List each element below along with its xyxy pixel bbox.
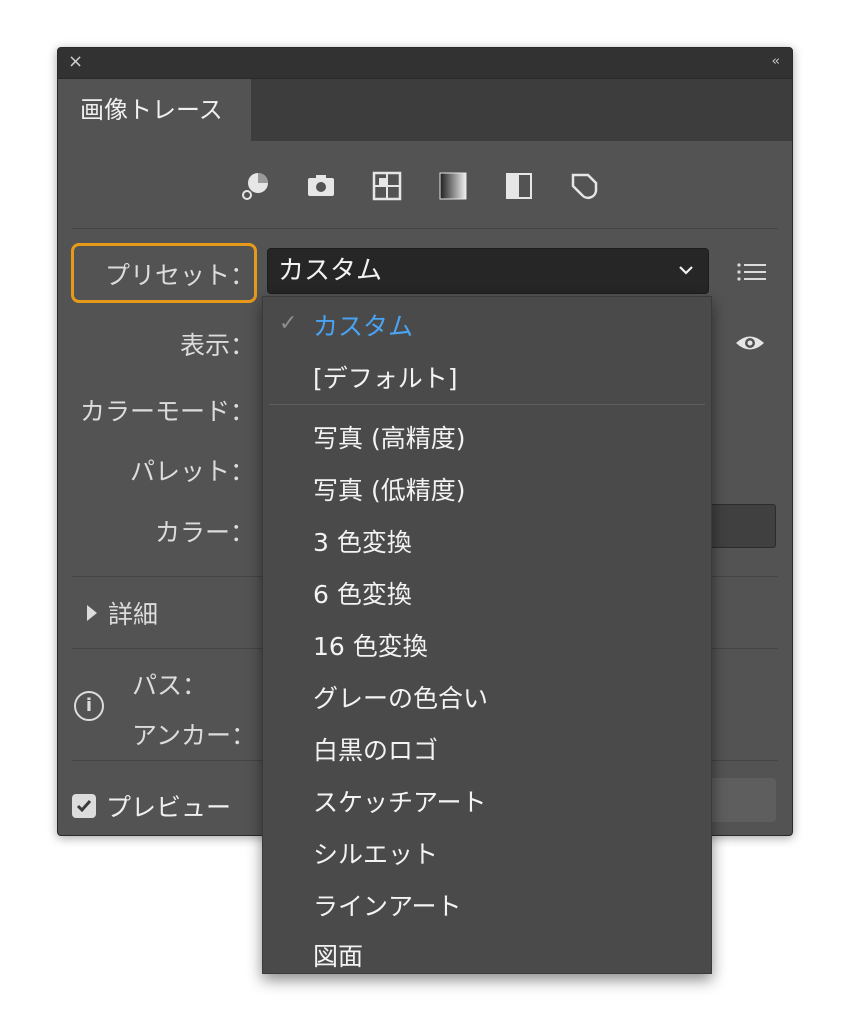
- colors-label: カラー：: [154, 518, 255, 547]
- menu-separator: [269, 404, 705, 405]
- info-icon: i: [74, 691, 104, 721]
- preview-checkbox[interactable]: [72, 794, 96, 818]
- outline-icon[interactable]: [568, 169, 602, 203]
- black-white-icon[interactable]: [502, 169, 536, 203]
- menu-item-bw-logo[interactable]: 白黒のロゴ: [313, 731, 438, 767]
- advanced-label: 詳細: [108, 600, 159, 629]
- advanced-toggle[interactable]: 詳細: [86, 595, 158, 631]
- preset-label: プリセット：: [104, 261, 255, 290]
- menu-item-photo-low[interactable]: 写真 (低精度): [313, 471, 465, 507]
- high-color-photo-icon[interactable]: [304, 169, 338, 203]
- grayscale-icon[interactable]: [436, 169, 470, 203]
- menu-item-technical-drawing[interactable]: 図面: [313, 937, 363, 973]
- menu-item-sketched-art[interactable]: スケッチアート: [313, 783, 487, 819]
- palette-label: パレット：: [129, 457, 255, 486]
- divider: [72, 228, 778, 229]
- menu-item-shades-of-gray[interactable]: グレーの色合い: [313, 679, 488, 715]
- eye-icon[interactable]: [734, 332, 766, 358]
- menu-item-16-colors[interactable]: 16 色変換: [313, 627, 428, 663]
- preset-select-value: カスタム: [278, 256, 383, 286]
- paths-label: パス：: [132, 671, 208, 700]
- chevron-down-icon: [678, 262, 694, 282]
- tab-strip: 画像トレース: [58, 79, 792, 141]
- menu-item-line-art[interactable]: ラインアート: [313, 887, 462, 923]
- preview-checkbox-row[interactable]: プレビュー: [72, 788, 231, 824]
- view-label: 表示：: [179, 331, 255, 360]
- checkmark-icon: ✓: [279, 311, 298, 336]
- menu-item-custom[interactable]: カスタム: [313, 307, 413, 343]
- color-mode-label: カラーモード：: [79, 397, 255, 426]
- disclosure-triangle-icon: [87, 605, 97, 621]
- preset-dropdown-menu: ✓ カスタム [デフォルト] 写真 (高精度) 写真 (低精度) 3 色変換 6…: [262, 296, 712, 974]
- panel-titlebar: × ‹‹: [58, 48, 792, 79]
- auto-color-icon[interactable]: [238, 169, 272, 203]
- preset-icon-bar: [238, 166, 602, 206]
- tab-image-trace[interactable]: 画像トレース: [58, 79, 251, 141]
- menu-item-3-colors[interactable]: 3 色変換: [313, 523, 412, 559]
- menu-item-default[interactable]: [デフォルト]: [313, 359, 458, 395]
- check-icon: [76, 800, 92, 813]
- menu-item-photo-high[interactable]: 写真 (高精度): [313, 419, 465, 455]
- collapse-icon[interactable]: ‹‹: [772, 54, 781, 69]
- menu-item-6-colors[interactable]: 6 色変換: [313, 575, 412, 611]
- colors-field[interactable]: [708, 504, 776, 548]
- menu-item-silhouettes[interactable]: シルエット: [313, 835, 438, 871]
- anchors-label: アンカー：: [132, 721, 257, 750]
- preset-menu-icon[interactable]: [736, 262, 768, 286]
- close-icon[interactable]: ×: [68, 52, 83, 72]
- preset-select[interactable]: カスタム: [267, 248, 709, 294]
- preview-label: プレビュー: [106, 793, 232, 822]
- low-color-icon[interactable]: [370, 169, 404, 203]
